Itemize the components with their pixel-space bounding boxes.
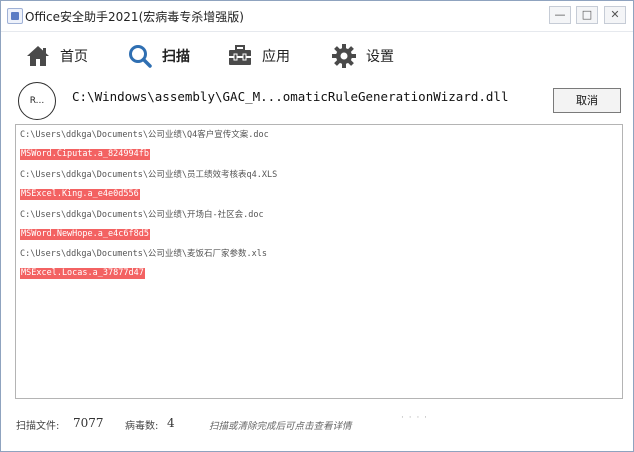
infected-file-path: C:\Users\ddkga\Documents\公司业绩\开场白-社区会.do… [20,210,264,220]
list-item[interactable]: C:\Users\ddkga\Documents\公司业绩\麦饭石厂家参数.xl… [20,248,267,279]
app-logo-icon [7,8,23,24]
toolbox-icon [229,45,251,65]
infected-file-path: C:\Users\ddkga\Documents\公司业绩\Q4客户宣传文案.d… [20,130,269,140]
tab-scan[interactable]: 扫描 [127,42,190,70]
current-scan-file: C:\Windows\assembly\GAC_M...omaticRuleGe… [72,89,509,104]
scanned-files-label: 扫描文件: [16,421,60,432]
status-hint: 扫描或清除完成后可点击查看详情 [209,421,352,432]
cancel-button[interactable]: 取消 [553,88,621,113]
list-item[interactable]: C:\Users\ddkga\Documents\公司业绩\Q4客户宣传文案.d… [20,129,269,160]
tab-settings-label: 设置 [366,49,394,65]
scan-results-list[interactable]: C:\Users\ddkga\Documents\公司业绩\Q4客户宣传文案.d… [15,124,623,399]
title-bar[interactable]: Office安全助手2021(宏病毒专杀增强版) — □ ✕ [1,1,633,32]
gear-icon [332,44,356,68]
close-button[interactable]: ✕ [604,6,626,24]
maximize-button[interactable]: □ [576,6,598,24]
tab-apps[interactable]: 应用 [227,42,290,70]
threat-name: MSExcel.Locas.a_37877d47 [20,268,145,279]
list-item[interactable]: C:\Users\ddkga\Documents\公司业绩\员工绩效考核表q4.… [20,169,277,200]
infected-file-path: C:\Users\ddkga\Documents\公司业绩\员工绩效考核表q4.… [20,170,278,180]
tab-home[interactable]: 首页 [25,42,88,70]
main-toolbar: 首页 扫描 应用 设置 [1,32,633,80]
app-window: Office安全助手2021(宏病毒专杀增强版) — □ ✕ 首页 扫描 应用 … [0,0,634,452]
search-icon [129,45,152,68]
threat-name: MSWord.Ciputat.a_824994fb [20,149,150,160]
scan-progress-indicator: R... [18,82,56,120]
scanned-files-count: 7077 [73,416,104,430]
window-title: Office安全助手2021(宏病毒专杀增强版) [25,10,244,24]
threat-name: MSWord.NewHope.a_e4c6f8d5 [20,229,150,240]
tab-settings[interactable]: 设置 [331,42,394,70]
home-icon [27,46,49,66]
infected-file-path: C:\Users\ddkga\Documents\公司业绩\麦饭石厂家参数.xl… [20,249,268,259]
virus-count: 4 [167,416,175,430]
threat-name: MSExcel.King.a_e4e0d556 [20,189,140,200]
status-footer: 扫描文件: 7077 病毒数: 4 扫描或清除完成后可点击查看详情 · · · … [1,413,633,435]
virus-count-label: 病毒数: [125,421,159,432]
status-dots: · · · · [401,413,429,423]
tab-scan-label: 扫描 [162,49,190,65]
tab-home-label: 首页 [60,49,88,65]
minimize-button[interactable]: — [549,6,571,24]
tab-apps-label: 应用 [262,49,290,65]
list-item[interactable]: C:\Users\ddkga\Documents\公司业绩\开场白-社区会.do… [20,209,264,240]
